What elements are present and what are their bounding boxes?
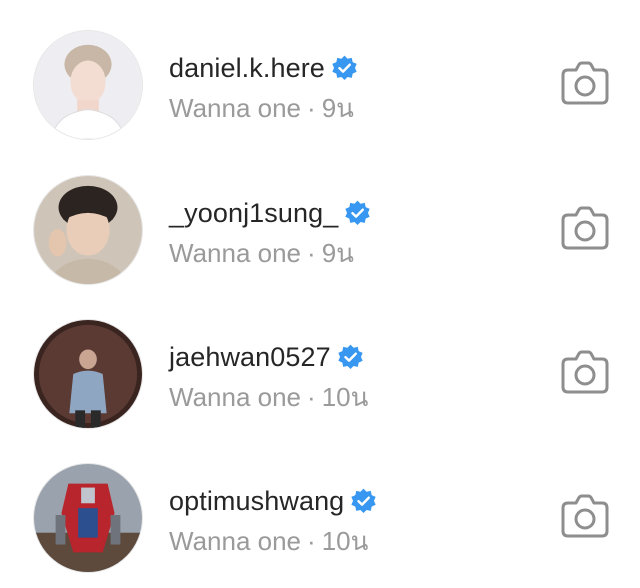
separator-dot: · (307, 526, 316, 556)
avatar-photo (34, 320, 142, 428)
direct-message-list: daniel.k.here Wanna one · 9น _yoonj1sung… (0, 0, 640, 588)
subtitle: Wanna one · 9น (169, 88, 354, 129)
avatar[interactable] (33, 30, 143, 140)
camera-icon[interactable] (560, 60, 610, 106)
bio-label: Wanna one (169, 382, 302, 412)
avatar[interactable] (33, 175, 143, 285)
verified-badge-icon (331, 55, 358, 82)
timestamp: 9น (321, 238, 354, 268)
avatar[interactable] (33, 463, 143, 573)
account-row[interactable]: _yoonj1sung_ Wanna one · 9น (0, 145, 640, 289)
avatar[interactable] (33, 319, 143, 429)
avatar-photo (34, 176, 142, 284)
account-row[interactable]: jaehwan0527 Wanna one · 10น (0, 289, 640, 433)
timestamp: 9น (321, 93, 354, 123)
camera-icon[interactable] (560, 349, 610, 395)
username[interactable]: optimushwang (169, 486, 344, 517)
account-row[interactable]: optimushwang Wanna one · 10น (0, 433, 640, 577)
account-row[interactable]: daniel.k.here Wanna one · 9น (0, 0, 640, 144)
separator-dot: · (307, 238, 316, 268)
timestamp: 10น (321, 526, 369, 556)
separator-dot: · (307, 93, 316, 123)
verified-badge-icon (344, 200, 371, 227)
verified-badge-icon (337, 344, 364, 371)
camera-icon[interactable] (560, 205, 610, 251)
bio-label: Wanna one (169, 526, 302, 556)
username[interactable]: jaehwan0527 (169, 342, 331, 373)
username[interactable]: _yoonj1sung_ (169, 198, 338, 229)
avatar-photo (34, 464, 142, 572)
camera-icon[interactable] (560, 493, 610, 539)
bio-label: Wanna one (169, 238, 302, 268)
verified-badge-icon (350, 488, 377, 515)
avatar-photo (34, 31, 142, 139)
subtitle: Wanna one · 9น (169, 233, 354, 274)
separator-dot: · (307, 382, 316, 412)
subtitle: Wanna one · 10น (169, 377, 368, 418)
username[interactable]: daniel.k.here (169, 53, 325, 84)
bio-label: Wanna one (169, 93, 302, 123)
subtitle: Wanna one · 10น (169, 521, 368, 562)
timestamp: 10น (321, 382, 369, 412)
